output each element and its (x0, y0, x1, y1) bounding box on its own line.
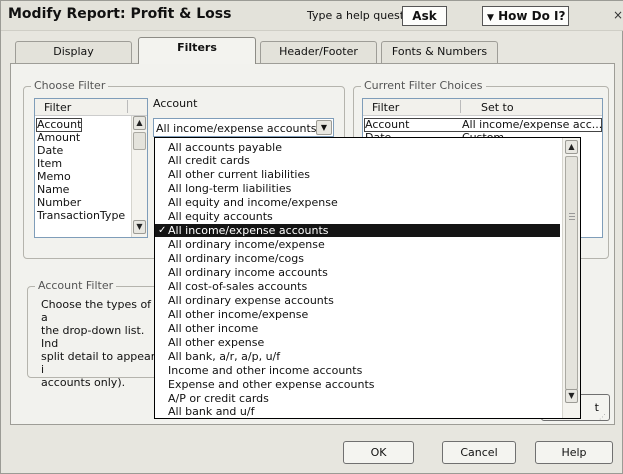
window-title: Modify Report: Profit & Loss (8, 6, 232, 22)
description-line: accounts only). (41, 376, 126, 389)
list-item[interactable]: Income and other income accounts (155, 364, 560, 377)
tab-display-label: Display (53, 45, 94, 58)
header-divider (127, 100, 128, 113)
how-do-i-button[interactable]: ▼ How Do I? (482, 6, 569, 26)
list-item[interactable]: All ordinary income/expense (155, 238, 560, 251)
list-item[interactable]: All accounts payable (155, 141, 560, 154)
grip-line (569, 219, 575, 220)
filter-list-scrollbar[interactable]: ▲ ▼ (131, 116, 147, 237)
ask-button[interactable]: Ask (402, 6, 447, 26)
checkmark-icon: ✓ (158, 225, 167, 236)
filter-header-label: Filter (44, 101, 72, 114)
table-row[interactable]: Account All income/expense acc... (364, 118, 603, 132)
list-item[interactable]: All credit cards (155, 154, 560, 167)
tab-header-footer[interactable]: Header/Footer (260, 41, 377, 63)
title-bar: Modify Report: Profit & Loss Type a help… (1, 1, 623, 31)
description-line: Choose the types of a (41, 298, 152, 324)
list-item[interactable]: All ordinary expense accounts (155, 294, 560, 307)
scroll-up-icon[interactable]: ▲ (565, 140, 578, 154)
filter-item-account[interactable]: Account (35, 118, 83, 132)
help-button[interactable]: Help (535, 441, 613, 464)
list-item-selected[interactable]: ✓ All income/expense accounts (155, 224, 560, 237)
account-select[interactable]: All income/expense accounts ▼ (153, 118, 334, 137)
col-setto-header: Set to (481, 101, 514, 114)
filter-item-name[interactable]: Name (37, 184, 69, 196)
triangle-down-icon: ▼ (487, 13, 494, 23)
scroll-down-icon[interactable]: ▼ (565, 389, 578, 403)
description-line: split detail to appear i (41, 350, 156, 376)
list-item[interactable]: All bank, a/r, a/p, u/f (155, 350, 560, 363)
filter-item-transactiontype[interactable]: TransactionType (37, 210, 125, 222)
col-filter-header: Filter (372, 101, 400, 114)
tab-fonts-numbers[interactable]: Fonts & Numbers (381, 41, 498, 63)
list-item[interactable]: All equity and income/expense (155, 196, 560, 209)
ok-button[interactable]: OK (343, 441, 414, 464)
account-filter-description: Choose the types of a the drop-down list… (41, 298, 157, 389)
tab-display[interactable]: Display (15, 41, 132, 63)
list-item[interactable]: All bank and u/f (155, 405, 560, 418)
cancel-button[interactable]: Cancel (442, 441, 516, 464)
filter-item-amount[interactable]: Amount (37, 132, 80, 144)
how-do-i-label: How Do I? (498, 9, 566, 23)
account-select-value: All income/expense accounts (156, 122, 317, 135)
dropdown-scrollbar[interactable]: ▲ ▼ (562, 138, 580, 418)
filter-cell: Account (365, 118, 410, 131)
list-item[interactable]: All other income/expense (155, 308, 560, 321)
scroll-down-icon[interactable]: ▼ (133, 220, 146, 234)
scroll-up-icon[interactable]: ▲ (133, 116, 146, 130)
filter-item-number[interactable]: Number (37, 197, 81, 209)
close-icon[interactable]: × (613, 8, 623, 22)
list-item[interactable]: All other income (155, 322, 560, 335)
scroll-thumb[interactable] (565, 156, 578, 390)
current-filters-header: Filter Set to (363, 99, 602, 116)
list-item[interactable]: All equity accounts (155, 210, 560, 223)
list-item[interactable]: All other expense (155, 336, 560, 349)
grip-line (569, 216, 575, 217)
list-item-label: All income/expense accounts (168, 224, 329, 237)
tab-filters-label: Filters (177, 41, 217, 54)
list-item[interactable]: All other current liabilities (155, 168, 560, 181)
list-item[interactable]: All ordinary income/cogs (155, 252, 560, 265)
grip-line (569, 213, 575, 214)
tab-header-footer-label: Header/Footer (279, 45, 358, 58)
header-divider-2 (460, 100, 461, 113)
list-item[interactable]: All ordinary income accounts (155, 266, 560, 279)
list-item[interactable]: All cost-of-sales accounts (155, 280, 560, 293)
list-item[interactable]: All long-term liabilities (155, 182, 560, 195)
filter-listbox[interactable]: Filter Account Amount Date Item Memo Nam… (34, 98, 148, 238)
choose-filter-label: Choose Filter (31, 79, 109, 92)
filter-item-date[interactable]: Date (37, 145, 63, 157)
account-dropdown-list[interactable]: All accounts payable All credit cards Al… (154, 137, 581, 419)
scroll-thumb[interactable] (133, 132, 146, 150)
list-item[interactable]: Expense and other expense accounts (155, 378, 560, 391)
tab-filters[interactable]: Filters (138, 37, 256, 64)
filter-item-memo[interactable]: Memo (37, 171, 71, 183)
description-line: the drop-down list. Ind (41, 324, 145, 350)
current-filter-choices-label: Current Filter Choices (361, 79, 486, 92)
filter-item-item[interactable]: Item (37, 158, 62, 170)
filter-column-header: Filter (35, 99, 147, 116)
tab-fonts-numbers-label: Fonts & Numbers (391, 45, 488, 58)
account-field-label: Account (153, 97, 198, 110)
modify-report-window: Modify Report: Profit & Loss Type a help… (0, 0, 623, 474)
chevron-down-icon[interactable]: ▼ (316, 120, 332, 135)
account-filter-label: Account Filter (35, 279, 117, 292)
resize-grip-icon[interactable]: ⋰ (599, 413, 609, 421)
setto-cell: All income/expense acc... (462, 118, 603, 131)
list-item[interactable]: A/P or credit cards (155, 392, 560, 405)
